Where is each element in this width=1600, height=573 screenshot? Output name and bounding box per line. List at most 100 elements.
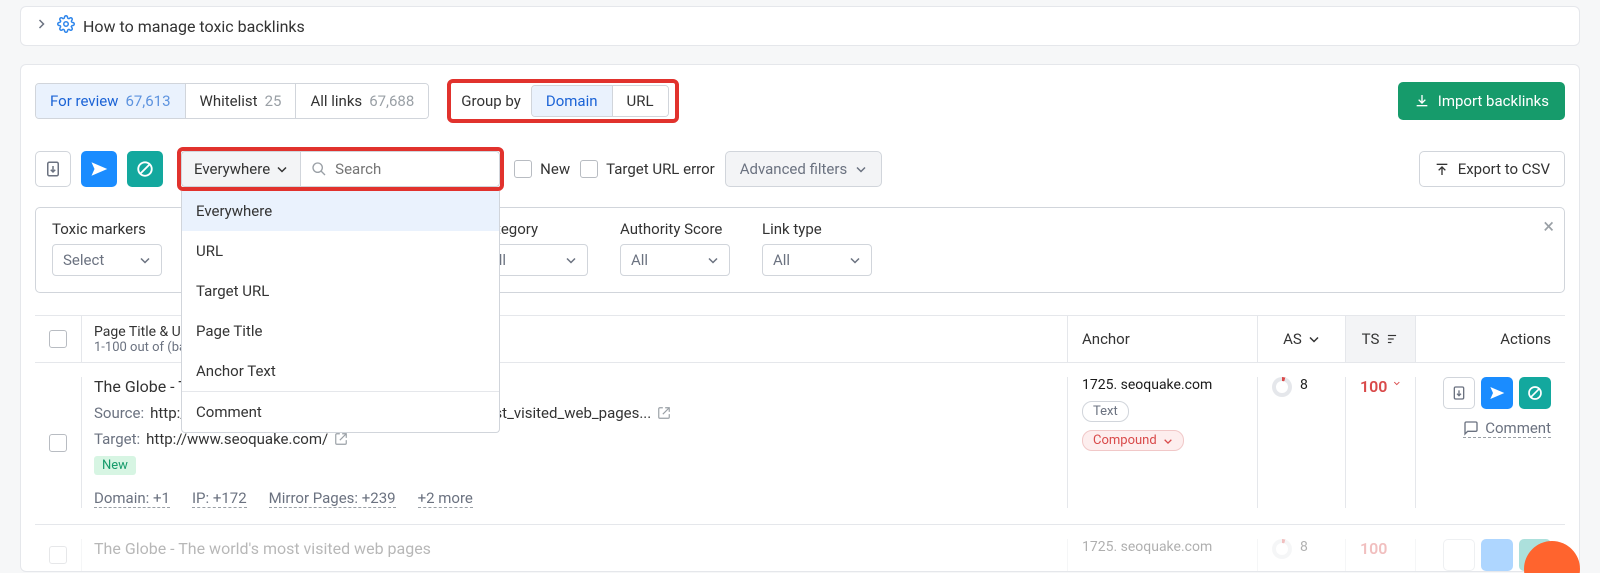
main-panel: For review 67,613 Whitelist 25 All links… [20, 64, 1580, 572]
tab-label: All links [310, 92, 362, 110]
checkbox-icon [514, 160, 532, 178]
scope-option-target-url[interactable]: Target URL [182, 271, 499, 311]
row-send-button[interactable] [1481, 539, 1513, 571]
select-all-checkbox[interactable] [49, 330, 67, 348]
close-filters-button[interactable]: × [1543, 214, 1554, 238]
document-arrow-icon [1451, 385, 1467, 401]
export-list-button[interactable] [35, 151, 71, 187]
scope-option-anchor-text[interactable]: Anchor Text [182, 351, 499, 391]
filter-label: Target URL error [606, 160, 715, 178]
col-label: TS [1362, 330, 1380, 348]
button-label: Advanced filters [740, 160, 847, 178]
table-row: The Globe - The world's most visited web… [35, 525, 1565, 571]
search-scope-menu: Everywhere URL Target URL Page Title Anc… [181, 191, 500, 433]
row-checkbox[interactable] [49, 434, 67, 452]
chevron-down-icon [707, 254, 719, 266]
external-link-icon[interactable] [657, 406, 671, 420]
new-badge: New [94, 456, 136, 475]
chevron-down-icon [276, 163, 288, 175]
send-button[interactable] [81, 151, 117, 187]
status-tabs: For review 67,613 Whitelist 25 All links… [35, 83, 429, 119]
select-value: All [631, 251, 648, 269]
col-label: AS [1283, 330, 1302, 348]
import-backlinks-button[interactable]: Import backlinks [1398, 82, 1565, 120]
search-input[interactable] [335, 160, 489, 178]
as-donut-icon [1272, 377, 1292, 397]
col-ts[interactable]: TS [1345, 316, 1415, 362]
filter-label: Toxic markers [52, 220, 162, 238]
filter-label: Authority Score [620, 220, 730, 238]
group-by-domain[interactable]: Domain [532, 86, 613, 116]
ts-value-expand[interactable]: 100 [1345, 377, 1415, 508]
tab-count: 67,613 [125, 92, 170, 110]
no-icon [1527, 385, 1543, 401]
filter-target-url-error[interactable]: Target URL error [580, 160, 715, 178]
stat-ip[interactable]: IP: +172 [192, 489, 247, 508]
group-by-url[interactable]: URL [613, 86, 668, 116]
chevron-down-icon [1308, 333, 1320, 345]
stat-more[interactable]: +2 more [418, 489, 473, 508]
gear-icon [57, 15, 75, 37]
row-comment-link[interactable]: Comment [1463, 419, 1551, 438]
tab-label: Whitelist [200, 92, 258, 110]
as-value: 8 [1300, 539, 1308, 555]
ts-value-expand[interactable]: 100 [1345, 539, 1415, 571]
as-value: 8 [1300, 377, 1308, 393]
tab-whitelist[interactable]: Whitelist 25 [186, 84, 297, 118]
stat-mirror[interactable]: Mirror Pages: +239 [269, 489, 396, 508]
scope-option-page-title[interactable]: Page Title [182, 311, 499, 351]
row-export-button[interactable] [1443, 539, 1475, 571]
tab-label: For review [50, 92, 118, 110]
tab-for-review[interactable]: For review 67,613 [36, 84, 186, 118]
chevron-down-icon [849, 254, 861, 266]
scope-option-everywhere[interactable]: Everywhere [182, 191, 499, 231]
search-scope-value: Everywhere [194, 160, 270, 178]
document-arrow-icon [44, 160, 62, 178]
tab-count: 67,688 [369, 92, 414, 110]
scope-option-comment[interactable]: Comment [182, 392, 499, 432]
comment-icon [1463, 420, 1479, 436]
scope-option-url[interactable]: URL [182, 231, 499, 271]
filter-label: New [540, 160, 570, 178]
ts-value: 100 [1360, 539, 1387, 558]
source-label: Source: [94, 404, 144, 422]
row-checkbox[interactable] [49, 546, 67, 564]
chevron-right-icon [35, 18, 47, 34]
filter-new[interactable]: New [514, 160, 570, 178]
paper-plane-icon [1489, 385, 1505, 401]
row-title: The Globe - The world's most visited web… [94, 539, 1055, 558]
tab-count: 25 [265, 92, 282, 110]
toxic-markers-select[interactable]: Select [52, 244, 162, 276]
disavow-button[interactable] [127, 151, 163, 187]
row-disavow-button[interactable] [1519, 377, 1551, 409]
tab-all-links[interactable]: All links 67,688 [296, 84, 428, 118]
expand-how-to[interactable]: How to manage toxic backlinks [20, 6, 1580, 46]
anchor-text: 1725. seoquake.com [1082, 539, 1212, 555]
sort-desc-icon [1385, 332, 1399, 346]
advanced-filters-button[interactable]: Advanced filters [725, 151, 882, 187]
stat-domain[interactable]: Domain: +1 [94, 489, 170, 508]
ts-value: 100 [1360, 377, 1387, 396]
export-csv-button[interactable]: Export to CSV [1419, 151, 1565, 187]
row-export-button[interactable] [1443, 377, 1475, 409]
row-send-button[interactable] [1481, 377, 1513, 409]
external-link-icon[interactable] [334, 432, 348, 446]
anchor-type-pill: Text [1082, 401, 1129, 422]
col-actions: Actions [1415, 316, 1565, 362]
search-scope-dropdown[interactable]: Everywhere [181, 151, 300, 187]
search-input-wrap [300, 151, 500, 187]
chevron-down-icon [1163, 436, 1173, 446]
col-as[interactable]: AS [1257, 316, 1345, 362]
target-label: Target: [94, 430, 140, 448]
link-type-select[interactable]: All [762, 244, 872, 276]
no-icon [136, 160, 154, 178]
group-by-segment: Domain URL [531, 85, 669, 117]
group-by-label: Group by [461, 92, 521, 110]
checkbox-icon [580, 160, 598, 178]
accordion-title: How to manage toxic backlinks [83, 17, 305, 36]
paper-plane-icon [90, 160, 108, 178]
authority-score-select[interactable]: All [620, 244, 730, 276]
col-anchor: Anchor [1067, 316, 1257, 362]
chevron-down-icon [139, 254, 151, 266]
compound-pill[interactable]: Compound [1082, 430, 1184, 451]
